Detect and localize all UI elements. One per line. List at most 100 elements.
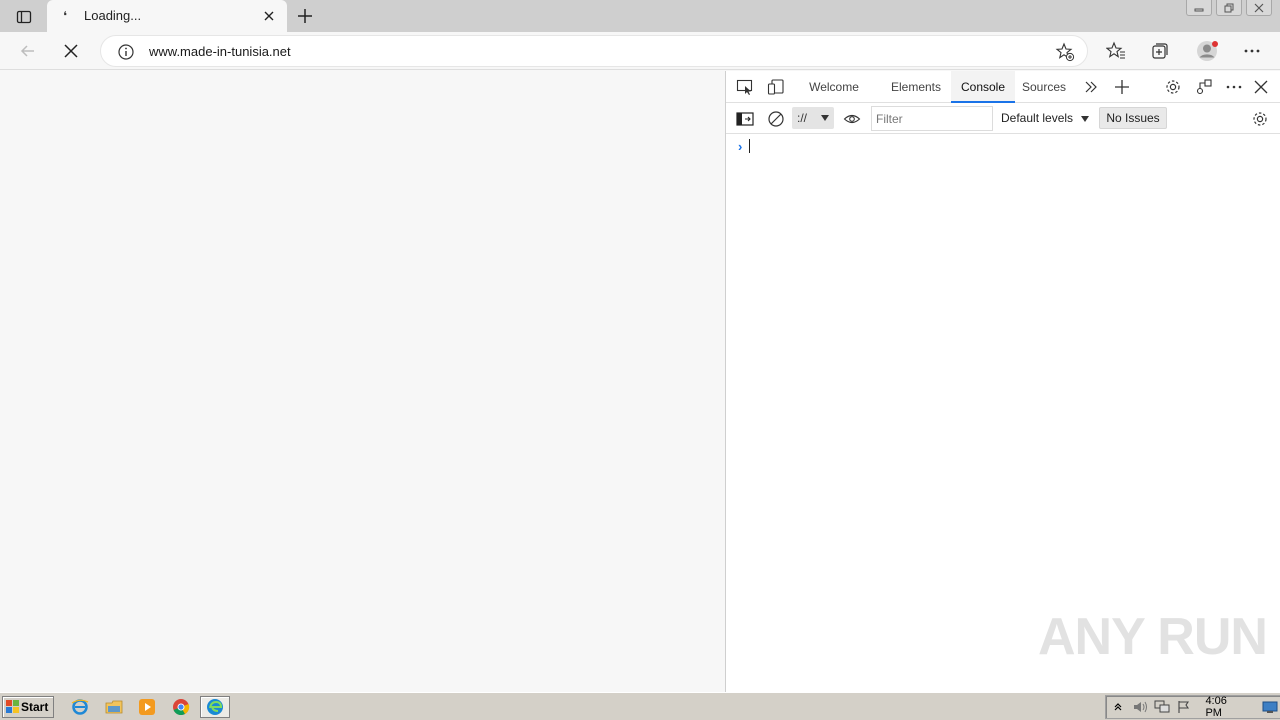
dropdown-arrow-icon [821,115,829,121]
taskbar-app-chrome[interactable] [169,696,193,718]
tab-actions-button[interactable] [8,6,40,28]
tab-console[interactable]: Console [951,71,1015,103]
window-controls [1186,0,1272,16]
devtools-settings-button[interactable] [1161,75,1185,99]
start-label: Start [21,700,49,714]
network-button[interactable] [1152,698,1172,716]
chevron-up-icon [1114,703,1122,711]
filter-input[interactable] [871,106,993,131]
avatar-icon [1197,41,1218,61]
loading-icon: ❛ [63,9,67,23]
stop-icon [64,44,78,58]
clear-icon [768,111,784,127]
tab-sources[interactable]: Sources [1016,71,1072,103]
show-desktop-button[interactable] [1260,698,1280,716]
tab-actions-icon [16,10,32,24]
live-expression-button[interactable] [840,107,864,131]
taskbar-app-ie[interactable] [68,696,92,718]
sidebar-toggle-icon [736,112,754,126]
profile-button[interactable] [1192,37,1222,65]
add-tool-button[interactable] [1110,75,1134,99]
edge-icon [207,699,223,715]
devtools-panel: Welcome Elements Console Sources :// Fil… [725,71,1280,692]
taskbar-app-explorer[interactable] [102,696,126,718]
connection-icon [1196,79,1212,95]
show-sidebar-button[interactable] [733,107,757,131]
start-button[interactable]: Start [2,696,54,718]
restore-icon [1224,3,1234,12]
show-hidden-icons-button[interactable] [1108,698,1128,716]
console-prompt-icon: › [738,139,743,154]
speaker-icon [1133,701,1147,713]
tab-title: Loading... [84,8,142,23]
taskbar-app-media-player[interactable] [135,696,159,718]
system-tray: 4:06 PM [1105,695,1280,719]
device-emulation-button[interactable] [764,75,788,99]
minimize-button[interactable] [1186,0,1212,16]
star-add-icon [1055,42,1075,62]
log-levels-dropdown[interactable]: Default levels [1001,107,1090,129]
windows-flag-icon [6,700,19,713]
info-icon [118,44,134,60]
ie-icon [71,699,89,715]
eye-icon [843,114,861,124]
chevron-double-right-icon [1085,81,1097,93]
tab-elements[interactable]: Elements [884,71,948,103]
favorites-button[interactable] [1101,37,1131,65]
taskbar: Start 4:06 PM [0,692,1280,720]
minimize-icon [1194,8,1204,11]
explorer-icon [105,700,123,714]
restore-button[interactable] [1216,0,1242,16]
stop-loading-button[interactable] [57,37,85,65]
flag-icon [1177,701,1189,713]
action-center-button[interactable] [1174,698,1194,716]
issues-button[interactable]: No Issues [1099,107,1167,129]
navigation-bar: www.made-in-tunisia.net [0,32,1280,70]
devtools-tab-bar: Welcome Elements Console Sources [726,71,1280,103]
tab-welcome[interactable]: Welcome [800,71,868,103]
collections-icon [1152,43,1168,59]
clear-console-button[interactable] [764,107,788,131]
watermark-logo: ANY RUN [1038,608,1268,666]
add-favorite-button[interactable] [1055,42,1075,62]
back-arrow-icon [20,45,34,57]
new-tab-button[interactable] [293,5,317,27]
device-icon [767,79,784,95]
dropdown-arrow-icon [1081,115,1090,122]
close-devtools-button[interactable] [1249,75,1273,99]
devtools-more-button[interactable] [1222,75,1246,99]
close-icon [264,11,274,21]
more-tabs-button[interactable] [1079,75,1103,99]
browser-tab[interactable]: ❛ Loading... [47,0,287,32]
collections-button[interactable] [1145,37,1175,65]
site-info-button[interactable] [117,43,135,61]
media-player-icon [139,699,155,715]
context-selector[interactable]: :// [792,107,834,129]
tab-strip: ❛ Loading... [0,0,1280,32]
gear-icon [1166,80,1180,94]
inspect-icon [736,79,753,95]
more-horizontal-icon [1226,85,1242,89]
desktop-icon [1262,701,1278,713]
feedback-button[interactable] [1192,75,1216,99]
close-tab-button[interactable] [259,6,279,26]
favorites-icon [1106,41,1125,59]
inspect-element-button[interactable] [733,75,757,99]
close-window-button[interactable] [1246,0,1272,16]
back-button[interactable] [14,37,42,65]
volume-button[interactable] [1130,698,1150,716]
console-settings-button[interactable] [1248,107,1272,131]
chrome-icon [173,699,190,716]
settings-more-button[interactable] [1237,37,1267,65]
close-icon [1254,3,1264,12]
address-bar[interactable]: www.made-in-tunisia.net [100,35,1088,67]
taskbar-app-edge[interactable] [200,696,230,718]
text-caret [749,139,750,153]
plus-icon [1115,80,1129,94]
network-icon [1154,700,1170,713]
close-icon [1254,80,1268,94]
web-page-content[interactable] [0,71,725,692]
gear-icon [1253,112,1267,126]
clock[interactable]: 4:06 PM [1205,695,1246,719]
plus-icon [298,9,312,23]
